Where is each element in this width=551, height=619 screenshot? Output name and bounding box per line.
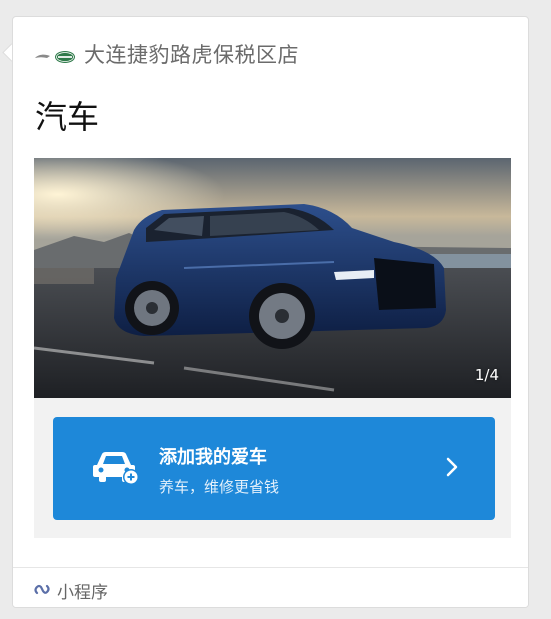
jaguar-landrover-logo-icon	[35, 51, 75, 63]
mini-program-icon	[34, 584, 50, 595]
carousel-page-counter: 1/4	[474, 366, 499, 384]
card-header: 大连捷豹路虎保税区店	[13, 17, 528, 87]
mini-program-label: 小程序	[57, 583, 108, 603]
car-add-icon	[93, 452, 139, 485]
mini-program-card[interactable]: 大连捷豹路虎保税区店 汽车 1/4 添加我的爱车 养车，维修更省钱 小程序	[12, 16, 529, 608]
suv-photo	[34, 158, 511, 398]
hero-image-carousel[interactable]: 1/4	[34, 158, 511, 398]
page-title: 汽车	[35, 98, 100, 136]
store-name: 大连捷豹路虎保税区店	[84, 43, 299, 67]
mini-program-footer[interactable]: 小程序	[13, 567, 528, 607]
banner-subtitle: 养车，维修更省钱	[159, 478, 280, 496]
banner-title: 添加我的爱车	[159, 447, 267, 468]
banner-container: 添加我的爱车 养车，维修更省钱	[34, 398, 511, 538]
chevron-right-icon	[446, 457, 458, 477]
add-my-car-button[interactable]: 添加我的爱车 养车，维修更省钱	[53, 417, 495, 520]
